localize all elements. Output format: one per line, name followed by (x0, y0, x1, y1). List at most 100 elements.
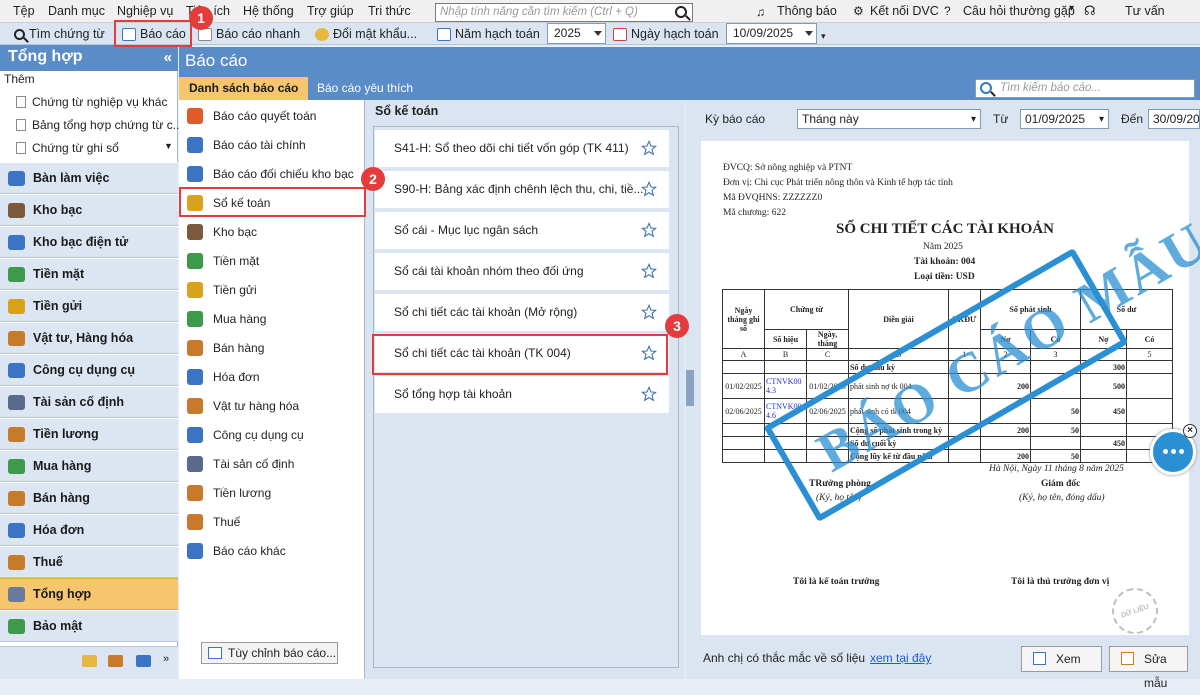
report-item[interactable]: Sổ cái tài khoản nhóm theo đối ứng (375, 253, 669, 290)
report-category-item[interactable]: Hóa đơn (179, 362, 365, 391)
period-select[interactable]: Tháng này ▾ (797, 109, 981, 129)
chevron-down-icon[interactable]: ▾ (971, 111, 976, 129)
edit-icon[interactable] (136, 655, 151, 667)
menu-operations[interactable]: Nghiệp vụ (117, 4, 173, 18)
ledger-cell (980, 436, 1031, 450)
quick-report-button[interactable]: Báo cáo nhanh (198, 25, 300, 43)
sidebar-item[interactable]: Tiền gửi (0, 290, 178, 322)
report-category-item[interactable]: Vật tư hàng hóa (179, 391, 365, 420)
accounting-date-picker[interactable]: 10/09/2025 (726, 23, 817, 44)
sidebar-item[interactable]: Tiền lương (0, 418, 178, 450)
report-item[interactable]: S90-H: Bảng xác định chênh lệch thu, chi… (375, 171, 669, 208)
sidebar-item[interactable]: Kho bạc điện tử (0, 226, 178, 258)
favorite-star-icon[interactable] (641, 140, 657, 156)
col-balance-credit: Có (1126, 329, 1173, 349)
report-item[interactable]: Sổ tổng hợp tài khoản (375, 376, 669, 413)
find-voucher-button[interactable]: Tìm chứng từ (14, 25, 105, 43)
feature-search-input[interactable]: Nhập tính năng cần tìm kiếm (Ctrl + Q) (435, 3, 693, 22)
report-item[interactable]: Sổ cái - Mục lục ngân sách (375, 212, 669, 249)
sidebar-item[interactable]: Công cụ dụng cụ (0, 354, 178, 386)
view-button[interactable]: Xem (1021, 646, 1102, 672)
headset-icon: ☊ (1084, 3, 1096, 18)
close-icon[interactable]: × (1183, 424, 1197, 438)
tab-report-list[interactable]: Danh sách báo cáo (179, 77, 309, 100)
report-category-item[interactable]: Kho bạc (179, 217, 365, 246)
ledger-cell: 50 (1030, 449, 1081, 463)
fiscal-year-select[interactable]: 2025 (547, 23, 606, 44)
sidebar-sub-item[interactable]: Bảng tổng hợp chứng từ c... (16, 118, 183, 132)
collapse-icon[interactable]: « (164, 49, 172, 66)
report-item[interactable]: Sổ chi tiết các tài khoản (Mở rộng) (375, 294, 669, 331)
menu-catalog[interactable]: Danh mục (48, 4, 105, 18)
report-category-item[interactable]: Tiền gửi (179, 275, 365, 304)
customize-report-button[interactable]: Tùy chỉnh báo cáo... (201, 642, 338, 664)
sidebar-item[interactable]: Bàn làm việc (0, 162, 178, 194)
report-category-item[interactable]: Báo cáo tài chính (179, 130, 365, 159)
sidebar-item[interactable]: Tiền mặt (0, 258, 178, 290)
chevron-down-icon[interactable] (805, 31, 813, 36)
sidebar-item[interactable]: Kho bạc (0, 194, 178, 226)
favorite-star-icon[interactable] (641, 263, 657, 279)
sidebar-item-label: Tiền mặt (33, 267, 85, 281)
report-category-item[interactable]: Tiền mặt (179, 246, 365, 275)
sidebar-item[interactable]: Tài sản cố định (0, 386, 178, 418)
module-icon (8, 426, 25, 442)
calendar-icon (437, 27, 451, 41)
change-password-button[interactable]: Đổi mật khẩu... (315, 25, 417, 43)
splitter-handle[interactable] (686, 370, 694, 406)
favorite-star-icon[interactable] (641, 222, 657, 238)
favorite-star-icon[interactable] (641, 181, 657, 197)
sidebar-item[interactable]: Bảo mật (0, 610, 178, 642)
chevron-down-icon[interactable]: ▾ (1069, 3, 1074, 14)
scroll-down-icon[interactable]: ▼ (164, 141, 173, 151)
footer-link[interactable]: xem tại đây (870, 651, 931, 665)
report-category-item[interactable]: Tiền lương (179, 478, 365, 507)
sidebar-sub-item[interactable]: Chứng từ ghi sổ (16, 141, 119, 155)
notifications-link[interactable]: Thông báo (777, 4, 837, 18)
report-category-item[interactable]: Công cụ dụng cụ (179, 420, 365, 449)
sidebar-item[interactable]: Thuế (0, 546, 178, 578)
advisor-link[interactable]: Tư vấn (1125, 4, 1165, 18)
report-category-item[interactable]: Báo cáo quyết toán (179, 101, 365, 130)
briefcase-icon[interactable] (108, 655, 123, 667)
doc-dvcq: ĐVCQ: Sở nông nghiệp và PTNT (723, 163, 853, 173)
report-category-item[interactable]: Tài sản cố định (179, 449, 365, 478)
menu-knowledge[interactable]: Tri thức (368, 4, 411, 18)
toolbar-overflow-icon[interactable]: ▾ (821, 31, 826, 42)
tab-favorite-reports[interactable]: Báo cáo yêu thích (307, 77, 423, 100)
sidebar-header: Tổng hợp « (0, 45, 178, 71)
menu-system[interactable]: Hệ thống (243, 4, 294, 18)
edit-template-button[interactable]: Sửa mẫu (1109, 646, 1188, 690)
report-category-item[interactable]: Báo cáo khác (179, 536, 365, 565)
bell-icon[interactable]: ♫ (756, 5, 765, 19)
report-item[interactable]: S41-H: Sổ theo dõi chi tiết vốn góp (TK … (375, 130, 669, 167)
menu-help[interactable]: Trợ giúp (307, 4, 354, 18)
sidebar-item[interactable]: Tổng hợp (0, 578, 178, 610)
connect-dvc-link[interactable]: Kết nối DVC (870, 4, 939, 18)
favorite-star-icon[interactable] (641, 386, 657, 402)
chevron-down-icon[interactable]: ▾ (1099, 111, 1104, 129)
sidebar-item[interactable]: Bán hàng (0, 482, 178, 514)
report-category-item[interactable]: Mua hàng (179, 304, 365, 333)
report-category-item[interactable]: Báo cáo đối chiếu kho bạc (179, 159, 365, 188)
favorite-star-icon[interactable] (641, 304, 657, 320)
ledger-cell: CTNVK00 4.3 (764, 373, 807, 399)
sidebar-sub-item[interactable]: Chứng từ nghiệp vụ khác (16, 95, 167, 109)
folder-icon[interactable] (82, 655, 97, 667)
sidebar-item-label: Công cụ dụng cụ (33, 363, 136, 377)
more-icon[interactable]: » (163, 653, 169, 665)
search-icon[interactable] (675, 6, 687, 18)
sidebar-item[interactable]: Hóa đơn (0, 514, 178, 546)
sidebar-item[interactable]: Vật tư, Hàng hóa (0, 322, 178, 354)
report-category-item[interactable]: Thuế (179, 507, 365, 536)
menu-file[interactable]: Tệp (13, 4, 35, 18)
chevron-down-icon[interactable] (594, 31, 602, 36)
from-date-picker[interactable]: 01/09/2025 ▾ (1020, 109, 1109, 129)
sidebar-item[interactable]: Mua hàng (0, 450, 178, 482)
report-item-label: Sổ chi tiết các tài khoản (Mở rộng) (394, 305, 578, 319)
faq-link[interactable]: Câu hỏi thường gặp (963, 4, 1075, 18)
to-date-picker[interactable]: 30/09/20 (1148, 109, 1200, 129)
report-category-item[interactable]: Bán hàng (179, 333, 365, 362)
report-item-label: Sổ cái - Mục lục ngân sách (394, 223, 539, 237)
report-search-input[interactable]: Tìm kiếm báo cáo... (975, 79, 1195, 98)
